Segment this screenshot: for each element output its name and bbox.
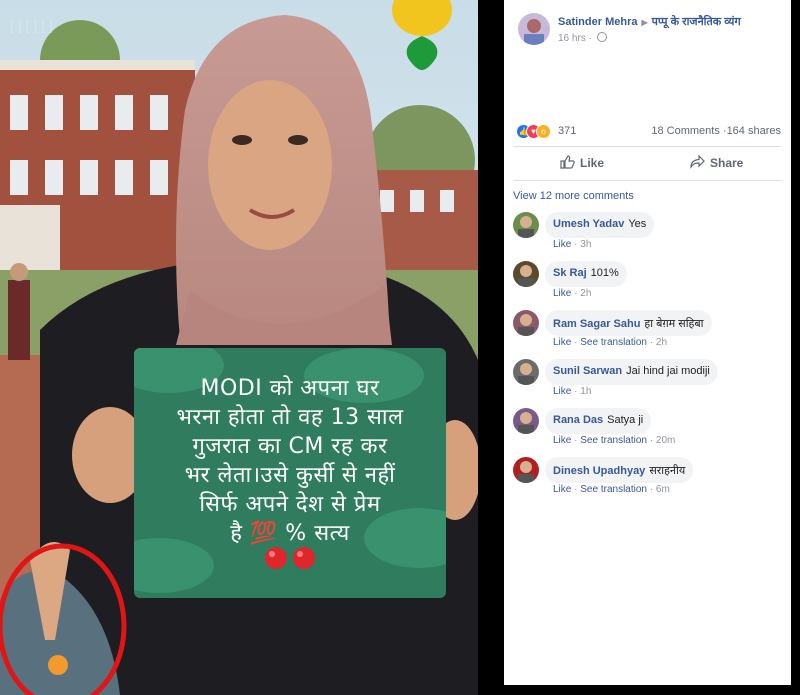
comment-bubble: Sunil Sarwan Jai hind jai modiji [545,359,718,385]
see-translation-link[interactable]: See translation [580,484,647,495]
comment-actions: Like · 2h [553,288,591,299]
comment-separator: · [574,435,578,446]
comment-time[interactable]: 6m [656,484,670,495]
commenter-avatar[interactable] [513,212,539,238]
wow-reaction-icon: o [536,124,551,139]
comment-separator: · [574,239,578,250]
group-name[interactable]: पप्पू के राजनैतिक व्यंग [652,16,741,28]
thumbs-up-icon [560,155,575,169]
comment-like-link[interactable]: Like [553,239,571,250]
see-translation-link[interactable]: See translation [580,337,647,348]
comment-like-link[interactable]: Like [553,386,571,397]
comment-separator: · [574,386,578,397]
comment-text: Jai hind jai modiji [626,365,710,377]
sign-line: MODI को अपना घर [200,376,380,401]
comment-separator: · [574,288,578,299]
comment-separator: · [649,484,654,495]
post-photo[interactable]: [ ] [ ] [ ] MODI को अपना घर भरना होता तो… [0,0,478,695]
comment-like-link[interactable]: Like [553,484,571,495]
commenter-name[interactable]: Sunil Sarwan [553,365,622,377]
lightbox-gap [478,0,504,695]
svg-text:[ ] [ ] [ ]: [ ] [ ] [ ] [10,17,53,33]
like-label: Like [580,156,605,170]
comment-separator: · [574,484,578,495]
comments-count[interactable]: 18 Comments [651,125,719,137]
globe-icon[interactable] [596,32,607,42]
cherries-icon [265,547,315,569]
commenter-name[interactable]: Sk Raj [553,267,587,279]
comment-text: Satya ji [607,414,644,426]
post-header: Satinder Mehra ▶ पप्पू के राजनैतिक व्यंग 1… [504,0,791,120]
stats-right: 18 Comments ·164 shares [651,125,781,137]
comment-time[interactable]: 20m [656,435,675,446]
comment-text: Yes [628,218,647,230]
view-more-comments[interactable]: View 12 more comments [513,190,634,202]
like-button[interactable]: Like [560,155,604,173]
comment-bubble: Rana Das Satya ji [545,408,652,434]
comment-actions: Like · See translation · 20m [553,435,675,446]
commenter-avatar[interactable] [513,408,539,434]
sign-line: भर लेता।उसे कुर्सी से नहीं [184,463,396,488]
sign-line: गुजरात का CM रह कर [192,434,388,459]
comment-bubble: Sk Raj 101% [545,261,627,287]
divider [514,180,781,181]
commenter-name[interactable]: Dinesh Upadhyay [553,465,645,477]
comment-time[interactable]: 1h [580,386,591,397]
comment-separator: · [649,337,654,348]
comment-separator: · [649,435,654,446]
arrow-right-icon: ▶ [641,18,648,27]
comment-like-link[interactable]: Like [553,288,571,299]
commenter-name[interactable]: Ram Sagar Sahu [553,318,640,330]
comment-actions: Like · 1h [553,386,591,397]
comment-actions: Like · 3h [553,239,591,250]
commenter-name[interactable]: Rana Das [553,414,603,426]
post-panel: Satinder Mehra ▶ पप्पू के राजनैतिक व्यंग 1… [504,0,791,685]
meta-separator: · [588,33,592,44]
comment-time[interactable]: 2h [656,337,667,348]
comment-text: सराहनीय [649,465,686,477]
comment-bubble: Ram Sagar Sahu हा बेग़म सहिबा [545,310,712,336]
comment-time[interactable]: 3h [580,239,591,250]
comment-actions: Like · See translation · 6m [553,484,670,495]
share-icon [690,154,705,169]
share-label: Share [710,156,744,170]
divider [514,146,781,147]
comment-time[interactable]: 2h [580,288,591,299]
sign-line: सिर्फ अपने देश से प्रेम [199,492,381,517]
comment-like-link[interactable]: Like [553,435,571,446]
comment-separator: · [574,337,578,348]
see-translation-link[interactable]: See translation [580,435,647,446]
post-time[interactable]: 16 hrs [558,33,586,44]
comment-text: हा बेग़म सहिबा [644,318,704,330]
commenter-avatar[interactable] [513,310,539,336]
commenter-avatar[interactable] [513,261,539,287]
comment-bubble: Umesh Yadav Yes [545,212,655,238]
commenter-avatar[interactable] [513,359,539,385]
reaction-count[interactable]: 371 [558,125,576,137]
sign-board: MODI को अपना घर भरना होता तो वह 13 साल ग… [134,348,446,598]
comment-like-link[interactable]: Like [553,337,571,348]
share-button[interactable]: Share [690,154,744,173]
comment-bubble: Dinesh Upadhyay सराहनीय [545,457,694,483]
post-stats: 👍 ♥ o 371 18 Comments ·164 shares [516,124,783,140]
sign-text: MODI को अपना घर भरना होता तो वह 13 साल ग… [134,374,446,548]
commenter-name[interactable]: Umesh Yadav [553,218,624,230]
comment-actions: Like · See translation · 2h [553,337,667,348]
post-meta: 16 hrs · [558,32,607,44]
author-name[interactable]: Satinder Mehra [558,16,637,28]
comment-text: 101% [590,267,619,279]
shares-count[interactable]: 164 shares [727,125,781,137]
author-avatar[interactable] [518,13,550,45]
commenter-avatar[interactable] [513,457,539,483]
sign-line: भरना होता तो वह 13 साल [176,405,404,430]
author-line: Satinder Mehra ▶ पप्पू के राजनैतिक व्यंग [558,14,741,29]
